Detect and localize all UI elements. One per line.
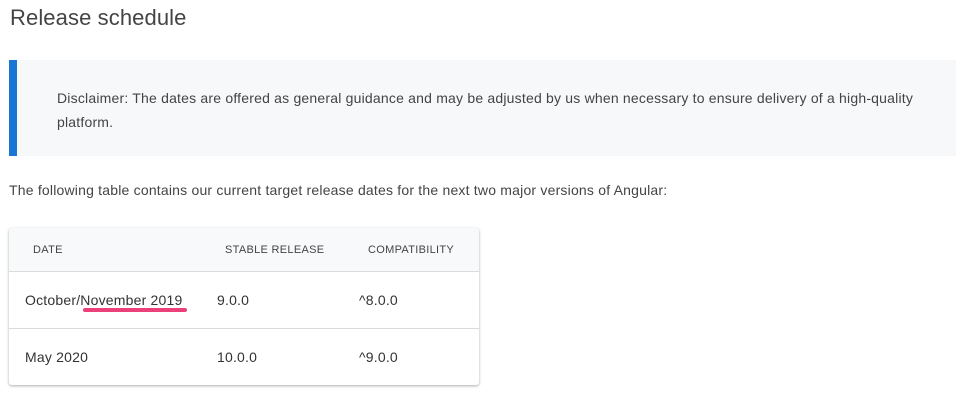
table-intro-text: The following table contains our current…: [9, 182, 668, 198]
table-row: May 2020 10.0.0 ^9.0.0: [9, 329, 479, 385]
cell-date: May 2020: [25, 349, 89, 365]
highlight-underline-annotation: [83, 308, 187, 312]
cell-compatibility: ^9.0.0: [359, 349, 398, 365]
header-stable-release: STABLE RELEASE: [225, 244, 325, 256]
table-header: DATE STABLE RELEASE COMPATIBILITY: [9, 228, 479, 272]
cell-stable-release: 10.0.0: [217, 349, 258, 365]
cell-date: October/November 2019: [25, 292, 183, 308]
disclaimer-text: Disclaimer: The dates are offered as gen…: [57, 90, 914, 130]
cell-stable-release: 9.0.0: [217, 292, 250, 308]
release-table: DATE STABLE RELEASE COMPATIBILITY Octobe…: [9, 228, 479, 385]
disclaimer-callout: Disclaimer: The dates are offered as gen…: [9, 60, 956, 156]
header-date: DATE: [33, 244, 63, 256]
table-row: October/November 2019 9.0.0 ^8.0.0: [9, 272, 479, 329]
page-title: Release schedule: [10, 5, 187, 30]
header-compatibility: COMPATIBILITY: [368, 244, 455, 256]
cell-compatibility: ^8.0.0: [359, 292, 398, 308]
